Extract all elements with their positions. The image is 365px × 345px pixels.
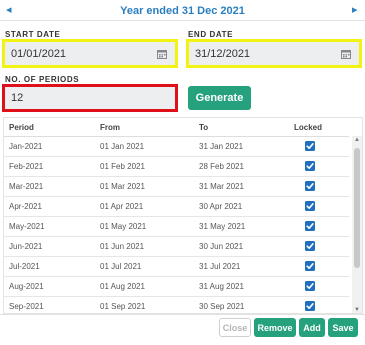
to-date-cell: 30 Jun 2021 (199, 241, 244, 251)
to-date-cell: 28 Feb 2021 (199, 161, 244, 171)
locked-checkbox[interactable] (304, 216, 316, 236)
to-date-cell: 30 Sep 2021 (199, 301, 245, 311)
checkmark-icon (305, 141, 315, 151)
from-date-cell: 01 Feb 2021 (100, 161, 145, 171)
period-cell: Feb-2021 (9, 161, 44, 171)
to-date-cell: 31 May 2021 (199, 221, 246, 231)
end-date-field[interactable]: 31/12/2021 (186, 39, 362, 68)
header-divider (0, 20, 365, 21)
locked-checkbox[interactable] (304, 176, 316, 196)
period-cell: May-2021 (9, 221, 45, 231)
scroll-up-icon[interactable]: ▲ (352, 136, 362, 144)
from-date-cell: 01 Apr 2021 (100, 201, 144, 211)
caret-right-icon: ▸ (352, 4, 358, 16)
from-date-cell: 01 Jun 2021 (100, 241, 145, 251)
checkmark-icon (305, 241, 315, 251)
periods-label: NO. OF PERIODS (5, 75, 80, 84)
period-cell: Mar-2021 (9, 181, 44, 191)
start-date-label: START DATE (5, 30, 61, 39)
locked-checkbox[interactable] (304, 256, 316, 276)
column-header-from[interactable]: From (100, 118, 120, 136)
table-row[interactable]: Aug-2021 01 Aug 2021 31 Aug 2021 (4, 276, 349, 297)
close-button[interactable]: Close (219, 318, 251, 337)
table-row[interactable]: Sep-2021 01 Sep 2021 30 Sep 2021 (4, 296, 349, 313)
locked-checkbox[interactable] (304, 276, 316, 296)
locked-checkbox[interactable] (304, 296, 316, 313)
period-cell: Apr-2021 (9, 201, 42, 211)
scroll-down-icon[interactable]: ▼ (352, 306, 362, 313)
period-cell: Aug-2021 (9, 281, 44, 291)
table-row[interactable]: Feb-2021 01 Feb 2021 28 Feb 2021 (4, 156, 349, 177)
column-header-period[interactable]: Period (9, 118, 34, 136)
to-date-cell: 31 Jan 2021 (199, 141, 244, 151)
footer-divider (0, 314, 365, 315)
periods-value: 12 (11, 92, 24, 104)
checkmark-icon (305, 221, 315, 231)
end-date-label: END DATE (188, 30, 234, 39)
table-row[interactable]: Jul-2021 01 Jul 2021 31 Jul 2021 (4, 256, 349, 277)
column-header-to[interactable]: To (199, 118, 208, 136)
table-scrollbar[interactable]: ▲ ▼ (352, 136, 362, 313)
calendar-icon[interactable] (341, 49, 351, 59)
from-date-cell: 01 Sep 2021 (100, 301, 146, 311)
to-date-cell: 30 Apr 2021 (199, 201, 243, 211)
column-header-locked[interactable]: Locked (294, 118, 322, 136)
period-cell: Sep-2021 (9, 301, 44, 311)
checkmark-icon (305, 161, 315, 171)
generate-button[interactable]: Generate (188, 86, 251, 110)
scrollbar-thumb[interactable] (354, 148, 360, 268)
page-title: Year ended 31 Dec 2021 (120, 5, 245, 17)
end-date-value: 31/12/2021 (195, 47, 251, 60)
table-row[interactable]: Jan-2021 01 Jan 2021 31 Jan 2021 (4, 136, 349, 157)
start-date-value: 01/01/2021 (11, 47, 67, 60)
to-date-cell: 31 Aug 2021 (199, 281, 244, 291)
period-cell: Jun-2021 (9, 241, 43, 251)
table-header: Period From To Locked (4, 118, 349, 137)
table-row[interactable]: Mar-2021 01 Mar 2021 31 Mar 2021 (4, 176, 349, 197)
periods-table: Period From To Locked Jan-2021 01 Jan 202… (3, 117, 363, 314)
locked-checkbox[interactable] (304, 236, 316, 256)
to-date-cell: 31 Mar 2021 (199, 181, 244, 191)
add-button[interactable]: Add (299, 318, 325, 337)
from-date-cell: 01 Jul 2021 (100, 261, 142, 271)
checkmark-icon (305, 301, 315, 311)
from-date-cell: 01 Jan 2021 (100, 141, 145, 151)
checkmark-icon (305, 261, 315, 271)
period-cell: Jan-2021 (9, 141, 43, 151)
checkmark-icon (305, 281, 315, 291)
periods-input[interactable]: 12 (2, 84, 178, 112)
table-row[interactable]: Apr-2021 01 Apr 2021 30 Apr 2021 (4, 196, 349, 217)
to-date-cell: 31 Jul 2021 (199, 261, 241, 271)
calendar-icon[interactable] (157, 49, 167, 59)
remove-button[interactable]: Remove (254, 318, 296, 337)
from-date-cell: 01 Mar 2021 (100, 181, 145, 191)
from-date-cell: 01 May 2021 (100, 221, 147, 231)
checkmark-icon (305, 181, 315, 191)
locked-checkbox[interactable] (304, 156, 316, 176)
from-date-cell: 01 Aug 2021 (100, 281, 145, 291)
next-year-button[interactable]: ▸ (352, 4, 358, 16)
period-cell: Jul-2021 (9, 261, 40, 271)
checkmark-icon (305, 201, 315, 211)
locked-checkbox[interactable] (304, 136, 316, 156)
start-date-field[interactable]: 01/01/2021 (2, 39, 178, 68)
table-row[interactable]: May-2021 01 May 2021 31 May 2021 (4, 216, 349, 237)
locked-checkbox[interactable] (304, 196, 316, 216)
table-row[interactable]: Jun-2021 01 Jun 2021 30 Jun 2021 (4, 236, 349, 257)
save-button[interactable]: Save (328, 318, 358, 337)
